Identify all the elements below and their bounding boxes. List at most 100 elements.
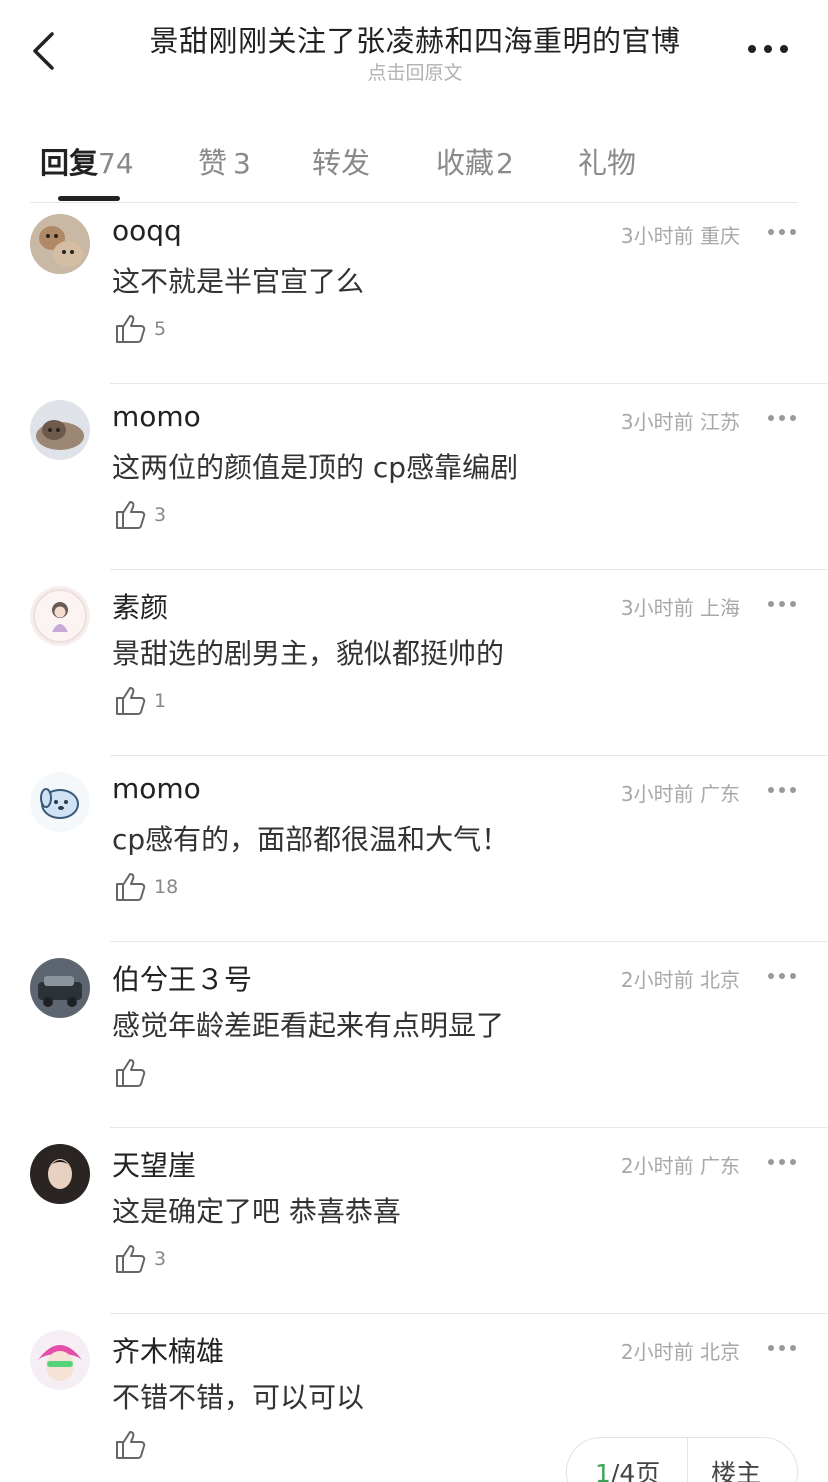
username[interactable]: 天望崖 — [112, 1144, 196, 1184]
portrait-avatar-icon — [30, 1144, 90, 1204]
comment-location: 广东 — [700, 1154, 740, 1178]
tab-gifts[interactable]: 礼物 — [578, 140, 636, 182]
active-tab-indicator — [58, 196, 120, 201]
comment-time: 3小时前 — [620, 224, 694, 248]
like-count: 5 — [154, 318, 167, 340]
comment-more-icon[interactable] — [766, 784, 798, 796]
avatar[interactable] — [30, 400, 90, 460]
avatar[interactable] — [30, 214, 90, 274]
comment-text: 不错不错，可以可以 — [112, 1381, 365, 1414]
avatar[interactable] — [30, 586, 90, 646]
username[interactable]: 伯兮王３号 — [112, 958, 252, 998]
divider — [110, 569, 828, 570]
page-indicator[interactable]: 1/4页 — [595, 1454, 660, 1482]
cat-photo-avatar-icon — [30, 214, 90, 274]
cartoon-girl-avatar-icon — [30, 586, 90, 646]
divider — [110, 1313, 828, 1314]
tab-label: 收藏 — [436, 146, 495, 180]
tab-bar: 回复74 赞3 转发 收藏2 礼物 — [0, 126, 828, 204]
cat-photo-avatar-icon — [30, 400, 90, 460]
tab-label: 礼物 — [578, 146, 637, 180]
total-pages: /4页 — [610, 1459, 661, 1482]
photo-avatar-icon — [30, 958, 90, 1018]
comment-time: 2小时前 — [620, 1340, 694, 1364]
comment-location: 重庆 — [700, 224, 740, 248]
cartoon-dog-avatar-icon — [30, 772, 90, 832]
comment-meta: 2小时前 北京 — [540, 1336, 740, 1365]
comment-text: 这两位的颜值是顶的 cp感靠编剧 — [112, 451, 519, 484]
avatar[interactable] — [30, 1144, 90, 1204]
comment-location: 上海 — [700, 596, 740, 620]
comment-item: momo 3小时前 江苏 这两位的颜值是顶的 cp感靠编剧 3 — [0, 394, 828, 580]
username[interactable]: 素颜 — [112, 586, 168, 626]
username[interactable]: 齐木楠雄 — [112, 1330, 224, 1370]
comment-time: 2小时前 — [620, 1154, 694, 1178]
tab-label: 转发 — [312, 146, 371, 180]
username[interactable]: momo — [112, 400, 201, 433]
divider — [110, 1127, 828, 1128]
tab-reposts[interactable]: 转发 — [312, 140, 370, 182]
like-count: 18 — [154, 876, 179, 898]
like-count: 1 — [154, 690, 167, 712]
tab-count: 74 — [98, 147, 134, 180]
comment-text: 这是确定了吧 恭喜恭喜 — [112, 1195, 401, 1228]
thumbs-up-icon[interactable] — [114, 1428, 148, 1462]
comment-text: 这不就是半官宣了么 — [112, 265, 365, 298]
divider — [30, 202, 798, 203]
comment-item: 伯兮王３号 2小时前 北京 感觉年龄差距看起来有点明显了 — [0, 952, 828, 1138]
comment-meta: 2小时前 北京 — [540, 964, 740, 993]
comment-item: 素颜 3小时前 上海 景甜选的剧男主，貌似都挺帅的 1 — [0, 580, 828, 766]
comment-location: 北京 — [700, 968, 740, 992]
page-title: 景甜刚刚关注了张凌赫和四海重明的官博 — [149, 24, 681, 58]
more-options-icon[interactable] — [744, 36, 794, 60]
comment-time: 2小时前 — [620, 968, 694, 992]
thumbs-up-icon[interactable] — [114, 684, 148, 718]
comment-time: 3小时前 — [620, 782, 694, 806]
anime-avatar-icon — [30, 1330, 90, 1390]
comment-meta: 3小时前 广东 — [540, 778, 740, 807]
thumbs-up-icon[interactable] — [114, 870, 148, 904]
thumbs-up-icon[interactable] — [114, 498, 148, 532]
current-page: 1 — [595, 1459, 611, 1482]
username[interactable]: ooqq — [112, 214, 182, 247]
avatar[interactable] — [30, 958, 90, 1018]
thumbs-up-icon[interactable] — [114, 312, 148, 346]
comment-item: 天望崖 2小时前 广东 这是确定了吧 恭喜恭喜 3 — [0, 1138, 828, 1324]
header: 景甜刚刚关注了张凌赫和四海重明的官博 点击回原文 — [0, 0, 828, 100]
comment-more-icon[interactable] — [766, 1342, 798, 1354]
tab-label: 赞 — [198, 146, 228, 180]
tab-count: 3 — [233, 147, 251, 180]
tab-label: 回复 — [40, 146, 99, 180]
comment-meta: 3小时前 上海 — [540, 592, 740, 621]
tab-favorites[interactable]: 收藏2 — [436, 140, 514, 182]
divider — [110, 383, 828, 384]
comment-location: 广东 — [700, 782, 740, 806]
back-arrow-icon[interactable] — [26, 28, 66, 74]
pager: 1/4页 楼主 — [566, 1437, 798, 1482]
divider — [110, 941, 828, 942]
comment-more-icon[interactable] — [766, 226, 798, 238]
divider — [110, 755, 828, 756]
thumbs-up-icon[interactable] — [114, 1056, 148, 1090]
comment-text: 感觉年龄差距看起来有点明显了 — [112, 1009, 505, 1042]
like-count: 3 — [154, 504, 167, 526]
avatar[interactable] — [30, 1330, 90, 1390]
comment-text: cp感有的，面部都很温和大气！ — [112, 823, 510, 856]
thumbs-up-icon[interactable] — [114, 1242, 148, 1276]
comment-more-icon[interactable] — [766, 598, 798, 610]
avatar[interactable] — [30, 772, 90, 832]
comment-meta: 3小时前 江苏 — [540, 406, 740, 435]
owner-only-button[interactable]: 楼主 — [711, 1454, 761, 1482]
like-count: 3 — [154, 1248, 167, 1270]
tab-replies[interactable]: 回复74 — [40, 140, 134, 182]
comment-meta: 3小时前 重庆 — [540, 220, 740, 249]
comment-item: ooqq 3小时前 重庆 这不就是半官宣了么 5 — [0, 208, 828, 394]
comment-more-icon[interactable] — [766, 970, 798, 982]
tab-likes[interactable]: 赞3 — [198, 140, 251, 182]
view-original-link[interactable]: 点击回原文 — [120, 58, 710, 85]
username[interactable]: momo — [112, 772, 201, 805]
comment-more-icon[interactable] — [766, 412, 798, 424]
comment-more-icon[interactable] — [766, 1156, 798, 1168]
tab-count: 2 — [496, 147, 514, 180]
comment-item: momo 3小时前 广东 cp感有的，面部都很温和大气！ 18 — [0, 766, 828, 952]
